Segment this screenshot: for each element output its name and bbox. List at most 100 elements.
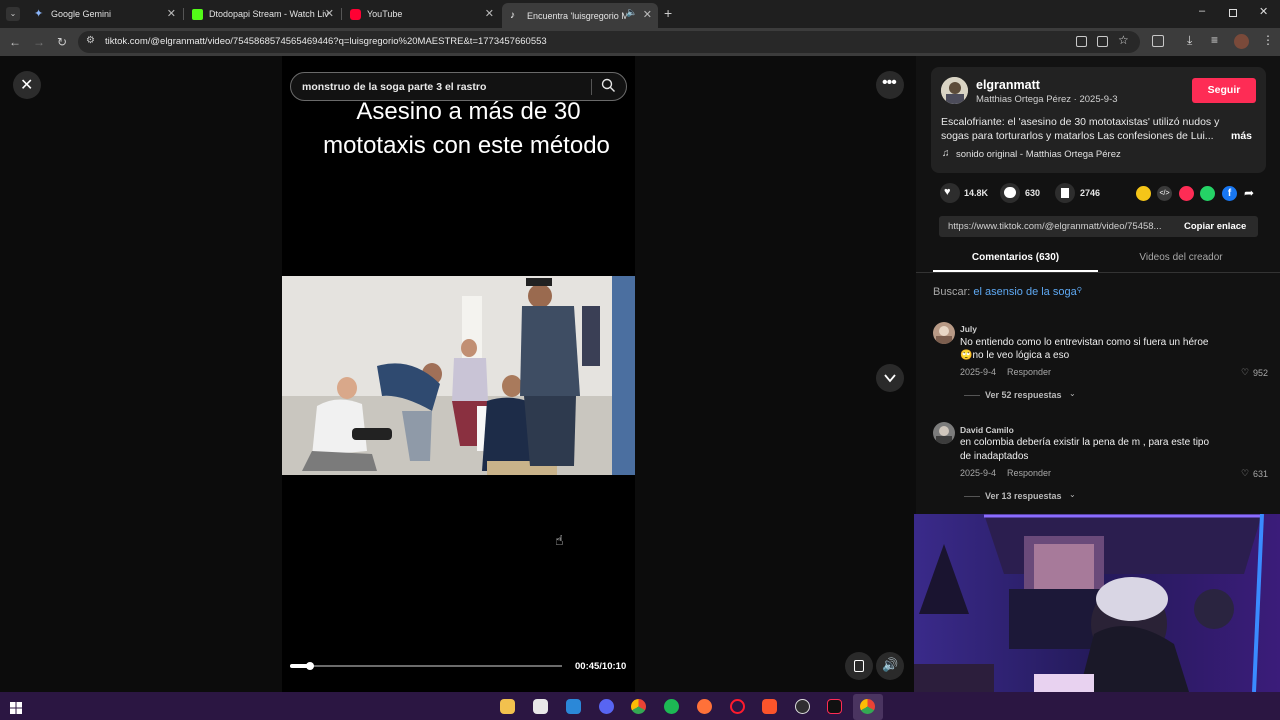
- comment-text: 🙄no le veo lógica a eso: [960, 350, 1070, 361]
- share-link-text[interactable]: https://www.tiktok.com/@elgranmatt/video…: [948, 221, 1173, 232]
- search-input[interactable]: monstruo de la soga parte 3 el rastro: [302, 81, 486, 93]
- tab-title: Dtodopapi Stream - Watch Live: [209, 9, 329, 19]
- whatsapp-icon[interactable]: [1200, 186, 1215, 201]
- back-icon[interactable]: ←: [7, 34, 23, 50]
- kick-icon: [192, 8, 203, 20]
- like-button[interactable]: ♥: [940, 183, 960, 203]
- search-icon[interactable]: [601, 78, 616, 98]
- close-tab-icon[interactable]: ✕: [643, 8, 652, 21]
- bookmark-star-icon[interactable]: ☆: [1118, 33, 1129, 47]
- comment-avatar[interactable]: [933, 422, 955, 444]
- file-explorer-icon[interactable]: [500, 699, 515, 714]
- embed-icon[interactable]: </>: [1157, 186, 1172, 201]
- profile-avatar[interactable]: [1234, 34, 1249, 49]
- comment-avatar[interactable]: [933, 322, 955, 344]
- share-arrow-icon[interactable]: ➦: [1244, 186, 1254, 200]
- windows-start-icon[interactable]: [10, 701, 22, 719]
- tab-creator-videos[interactable]: Videos del creador: [1098, 252, 1264, 263]
- tab-youtube[interactable]: YouTube ✕: [342, 4, 500, 24]
- save-button[interactable]: [1055, 183, 1075, 203]
- facebook-icon[interactable]: f: [1222, 186, 1237, 201]
- tab-divider-line: [916, 272, 1280, 273]
- tab-comments[interactable]: Comentarios (630): [933, 252, 1098, 263]
- video-description-line2: sogas para torturarlos y matarlos Las co…: [941, 130, 1214, 142]
- extensions-icon[interactable]: [1152, 35, 1164, 47]
- spotify-icon[interactable]: [664, 699, 679, 714]
- search-suggestion[interactable]: Buscar: el asensio de la soga⚲: [933, 286, 1082, 298]
- volume-button[interactable]: 🔊: [876, 652, 904, 680]
- close-tab-icon[interactable]: ✕: [485, 7, 494, 20]
- search-divider: [591, 79, 592, 95]
- comment-likes: 631: [1253, 469, 1269, 479]
- browser-toolbar: ← → ↻ ⚙ tiktok.com/@elgranmatt/video/754…: [0, 28, 1280, 56]
- reload-icon[interactable]: ↻: [54, 34, 70, 50]
- obs-icon[interactable]: [795, 699, 810, 714]
- more-options-button[interactable]: •••: [876, 71, 904, 99]
- saves-count: 2746: [1080, 188, 1101, 198]
- creator-username[interactable]: elgranmatt: [976, 78, 1040, 92]
- tab-title: YouTube: [367, 9, 403, 19]
- streamer-webcam: [914, 514, 1280, 692]
- close-icon: ✕: [20, 77, 34, 94]
- progress-track[interactable]: [290, 665, 562, 667]
- site-info-icon[interactable]: ⚙: [86, 35, 95, 46]
- calendar-app-icon[interactable]: [533, 699, 548, 714]
- chevron-down-icon: [883, 371, 897, 390]
- restore-icon[interactable]: [1229, 9, 1237, 17]
- install-icon[interactable]: [1097, 36, 1108, 47]
- mail-app-icon[interactable]: [566, 699, 581, 714]
- copy-link-button[interactable]: Copiar enlace: [1184, 221, 1246, 232]
- forward-icon[interactable]: →: [31, 34, 47, 50]
- send-to-friend-icon[interactable]: [1179, 186, 1194, 201]
- chrome-icon[interactable]: [631, 699, 646, 714]
- video-search-bar[interactable]: monstruo de la soga parte 3 el rastro: [290, 72, 627, 101]
- follow-button[interactable]: Seguir: [1192, 78, 1256, 103]
- comment-author[interactable]: David Camilo: [960, 425, 1014, 435]
- reading-list-icon[interactable]: ≡: [1211, 33, 1218, 47]
- translate-icon[interactable]: [1076, 36, 1087, 47]
- browser-menu-icon[interactable]: ⋮: [1262, 33, 1274, 47]
- comment-button[interactable]: [1000, 183, 1020, 203]
- search-suggestion-term[interactable]: el asensio de la soga: [973, 286, 1076, 298]
- tab-dtodopapi-stream[interactable]: Dtodopapi Stream - Watch Live ✕: [184, 4, 340, 24]
- comment-like-icon[interactable]: ♡: [1241, 367, 1249, 378]
- close-tab-icon[interactable]: ✕: [325, 7, 334, 20]
- floating-player-button[interactable]: [845, 652, 873, 680]
- reply-button[interactable]: Responder: [1007, 468, 1051, 478]
- view-replies-button[interactable]: Ver 13 respuestas: [985, 491, 1062, 501]
- gemini-icon: ✦: [34, 7, 44, 20]
- chrome-active-icon[interactable]: [860, 699, 875, 714]
- music-note-icon: ♫: [942, 148, 950, 159]
- view-replies-button[interactable]: Ver 52 respuestas: [985, 390, 1062, 400]
- comment-text: en colombia debería existir la pena de m…: [960, 437, 1210, 448]
- close-tab-icon[interactable]: ✕: [167, 7, 176, 20]
- close-viewer-button[interactable]: ✕: [13, 71, 41, 99]
- comment-author[interactable]: July: [960, 324, 977, 334]
- next-video-button[interactable]: [876, 364, 904, 392]
- firefox-icon[interactable]: [697, 699, 712, 714]
- volume-icon: 🔊: [882, 657, 899, 672]
- more-description-link[interactable]: más: [1231, 130, 1252, 142]
- time-display: 00:45/10:10: [575, 661, 627, 672]
- minimize-icon[interactable]: –: [1199, 5, 1205, 17]
- tab-tiktok-active[interactable]: ♪ Encuentra 'luisgregorio MAES… 🔈 ✕: [502, 3, 658, 28]
- tab-google-gemini[interactable]: ✦ Google Gemini ✕: [26, 4, 182, 24]
- tab-title: Encuentra 'luisgregorio MAES…: [527, 10, 627, 21]
- music-label[interactable]: sonido original - Matthias Ortega Pérez: [956, 149, 1121, 160]
- discord-icon[interactable]: [599, 699, 614, 714]
- opera-icon[interactable]: [730, 699, 745, 714]
- progress-handle[interactable]: [306, 662, 314, 670]
- comment-like-icon[interactable]: ♡: [1241, 468, 1249, 479]
- brave-icon[interactable]: [762, 699, 777, 714]
- more-horizontal-icon: •••: [882, 74, 897, 91]
- emoji-share-icon[interactable]: [1136, 186, 1151, 201]
- tab-search-icon[interactable]: ⌄: [6, 7, 20, 21]
- new-tab-icon[interactable]: +: [664, 5, 672, 21]
- close-window-icon[interactable]: ✕: [1259, 5, 1268, 18]
- creator-avatar[interactable]: [941, 77, 968, 104]
- address-bar[interactable]: ⚙ tiktok.com/@elgranmatt/video/754586857…: [78, 31, 1140, 53]
- reply-button[interactable]: Responder: [1007, 367, 1051, 377]
- download-icon[interactable]: ⤓: [1187, 33, 1192, 48]
- speaker-icon[interactable]: 🔈: [626, 7, 637, 18]
- tiktok-app-icon[interactable]: [827, 699, 842, 714]
